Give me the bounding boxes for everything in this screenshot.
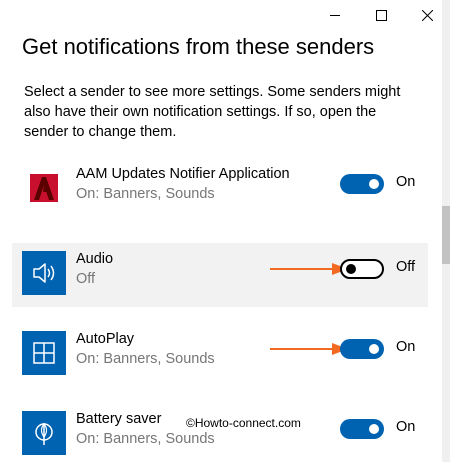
watermark: ©Howto-connect.com — [186, 416, 301, 430]
sender-status: Off — [76, 271, 96, 287]
scrollbar-thumb[interactable] — [442, 206, 450, 264]
sender-row-autoplay[interactable]: AutoPlay On: Banners, Sounds On — [12, 323, 428, 387]
minimize-button[interactable] — [312, 0, 358, 30]
toggle-knob — [369, 179, 379, 189]
title-bar — [0, 0, 450, 30]
maximize-icon — [375, 9, 387, 21]
notification-toggle[interactable] — [340, 419, 384, 439]
page-title: Get notifications from these senders — [22, 34, 375, 59]
maximize-button[interactable] — [358, 0, 404, 30]
speaker-icon — [22, 251, 66, 295]
notification-toggle[interactable] — [340, 259, 384, 279]
annotation-arrow — [270, 263, 348, 275]
toggle-state-label: On — [396, 339, 416, 355]
toggle-knob — [346, 264, 356, 274]
toggle-knob — [369, 424, 379, 434]
autoplay-icon — [22, 331, 66, 375]
sender-status: On: Banners, Sounds — [76, 186, 215, 202]
close-icon — [421, 9, 433, 21]
adobe-icon — [22, 166, 66, 210]
toggle-knob — [369, 344, 379, 354]
page-description: Select a sender to see more settings. So… — [24, 84, 401, 140]
sender-status: On: Banners, Sounds — [76, 431, 215, 447]
sender-row-battery-saver[interactable]: Battery saver On: Banners, Sounds On — [12, 403, 428, 467]
notification-toggle[interactable] — [340, 339, 384, 359]
notification-toggle[interactable] — [340, 174, 384, 194]
sender-status: On: Banners, Sounds — [76, 351, 215, 367]
battery-saver-icon — [22, 411, 66, 455]
sender-name: AAM Updates Notifier Application — [76, 166, 290, 182]
toggle-state-label: On — [396, 419, 416, 435]
sender-row-audio[interactable]: Audio Off Off — [12, 243, 428, 307]
sender-row-aam[interactable]: AAM Updates Notifier Application On: Ban… — [12, 158, 428, 222]
toggle-state-label: On — [396, 174, 416, 190]
annotation-arrow — [270, 343, 348, 355]
sender-name: Battery saver — [76, 411, 162, 427]
sender-name: AutoPlay — [76, 331, 135, 347]
toggle-state-label: Off — [396, 259, 416, 275]
minimize-icon — [330, 14, 340, 16]
sender-name: Audio — [76, 251, 114, 267]
